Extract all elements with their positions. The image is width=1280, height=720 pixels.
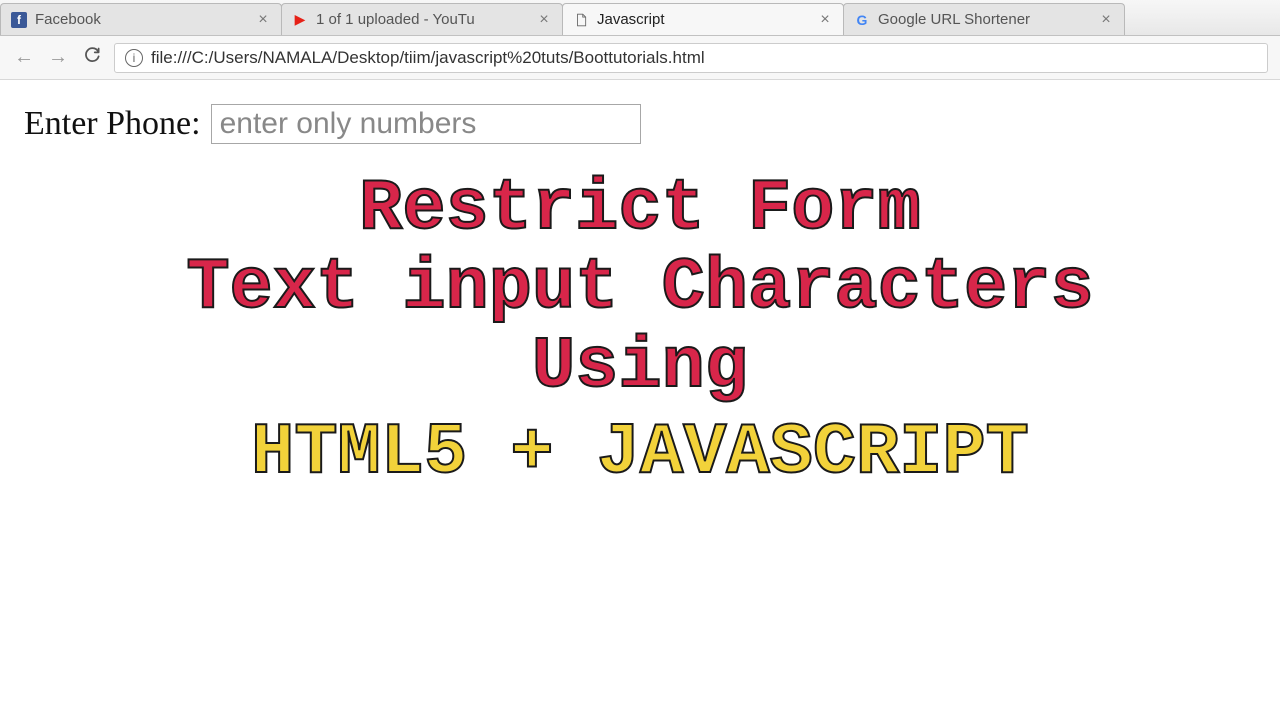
tab-label: Javascript [597, 11, 809, 28]
close-icon[interactable]: × [536, 11, 552, 29]
close-icon[interactable]: × [1098, 11, 1114, 29]
browser-toolbar: ← → i file:///C:/Users/NAMALA/Desktop/ti… [0, 36, 1280, 80]
phone-form-row: Enter Phone: [24, 104, 1256, 144]
reload-button[interactable] [80, 46, 104, 70]
headline-line-4: HTML5 + JAVASCRIPT [251, 414, 1029, 493]
youtube-icon: ▶ [292, 12, 308, 28]
tab-javascript[interactable]: Javascript × [562, 3, 844, 35]
tab-label: Facebook [35, 11, 247, 28]
info-icon: i [125, 49, 143, 67]
close-icon[interactable]: × [817, 11, 833, 29]
headline-line-2: Text input Characters [24, 249, 1256, 328]
facebook-icon: f [11, 12, 27, 28]
tab-label: 1 of 1 uploaded - YouTu [316, 11, 528, 28]
browser-tab-bar: f Facebook × ▶ 1 of 1 uploaded - YouTu ×… [0, 0, 1280, 36]
tab-label: Google URL Shortener [878, 11, 1090, 28]
tab-facebook[interactable]: f Facebook × [0, 3, 282, 35]
file-icon [573, 12, 589, 28]
close-icon[interactable]: × [255, 11, 271, 29]
address-bar[interactable]: i file:///C:/Users/NAMALA/Desktop/tiim/j… [114, 43, 1268, 73]
headline-line-1: Restrict Form [24, 170, 1256, 249]
tab-google-url[interactable]: G Google URL Shortener × [843, 3, 1125, 35]
phone-input[interactable] [211, 104, 641, 144]
back-button[interactable]: ← [12, 46, 36, 69]
google-icon: G [854, 12, 870, 28]
headline-line-3: Using [24, 328, 1256, 407]
overlay-headline: Restrict Form Text input Characters Usin… [24, 170, 1256, 493]
forward-button[interactable]: → [46, 46, 70, 69]
page-content: Enter Phone: Restrict Form Text input Ch… [0, 80, 1280, 517]
tab-youtube[interactable]: ▶ 1 of 1 uploaded - YouTu × [281, 3, 563, 35]
url-text: file:///C:/Users/NAMALA/Desktop/tiim/jav… [151, 48, 1257, 68]
phone-label: Enter Phone: [24, 105, 201, 143]
